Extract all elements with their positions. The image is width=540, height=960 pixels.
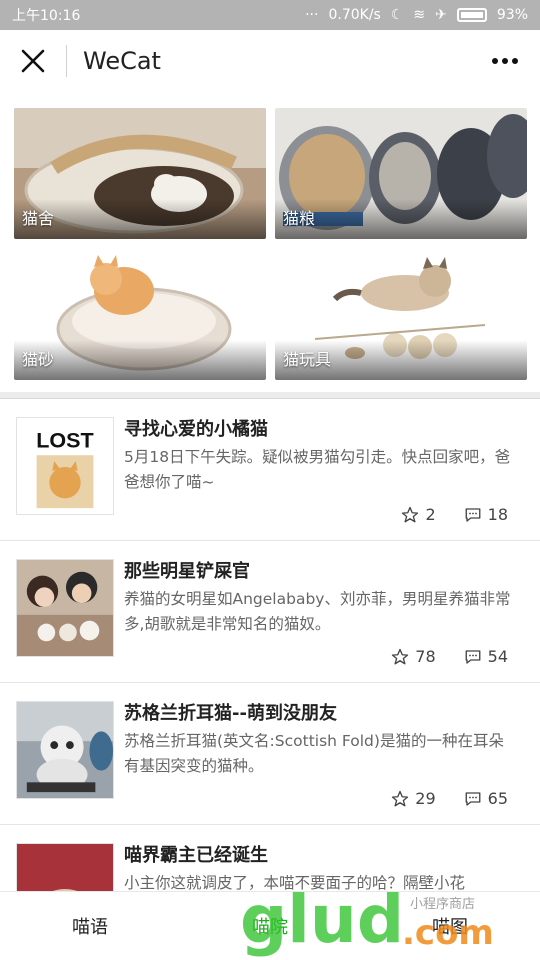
- article-thumbnail: [16, 843, 114, 891]
- star-count[interactable]: 78: [391, 647, 436, 666]
- star-icon: [392, 648, 409, 664]
- article-list: LOST 寻找心爱的小橘猫 5月18日下午失踪。疑似被男猫勾引走。快点回家吧，爸…: [0, 399, 540, 891]
- article-title: 寻找心爱的小橘猫: [124, 419, 268, 440]
- comment-count-value: 65: [487, 789, 508, 808]
- network-speed: 0.70K/s: [328, 7, 381, 23]
- star-icon: [392, 790, 409, 806]
- status-time: 上午10:16: [12, 8, 81, 24]
- category-label: 猫玩具: [283, 350, 332, 369]
- star-count[interactable]: 2: [401, 505, 436, 524]
- close-icon: [21, 49, 45, 73]
- article-thumbnail: LOST: [16, 417, 114, 515]
- tab-meow-yard[interactable]: 喵院: [180, 892, 360, 960]
- star-count-value: 2: [425, 505, 436, 524]
- cat-boss-image: [17, 844, 113, 891]
- list-item[interactable]: LOST 寻找心爱的小橘猫 5月18日下午失踪。疑似被男猫勾引走。快点回家吧，爸…: [0, 399, 540, 541]
- comment-icon: [465, 507, 481, 522]
- article-title: 喵界霸主已经诞生: [124, 845, 268, 866]
- article-stats: 78 54: [391, 647, 508, 666]
- category-label: 猫舍: [22, 209, 55, 228]
- more-button[interactable]: [488, 48, 522, 74]
- article-thumbnail: [16, 701, 114, 799]
- nav-divider: [66, 45, 67, 77]
- tab-meow-talk[interactable]: 喵语: [0, 892, 180, 960]
- page-title: WeCat: [83, 47, 161, 75]
- list-item[interactable]: 苏格兰折耳猫--萌到没朋友 苏格兰折耳猫(英文名:Scottish Fold)是…: [0, 683, 540, 825]
- celebrity-cats-image: [17, 560, 113, 656]
- more-icon-dot: [502, 58, 508, 64]
- scottish-fold-image: [17, 702, 113, 798]
- star-count[interactable]: 29: [391, 789, 436, 808]
- article-title: 苏格兰折耳猫--萌到没朋友: [124, 703, 337, 724]
- list-item[interactable]: 喵界霸主已经诞生 小主你这就调皮了，本喵不要面子的哈？隔壁小花: [0, 825, 540, 891]
- article-stats: 29 65: [391, 789, 508, 808]
- status-dots-icon: ···: [305, 7, 319, 23]
- comment-count-value: 54: [487, 647, 508, 666]
- comment-icon: [465, 791, 481, 806]
- more-icon: [492, 58, 498, 64]
- category-tile-cat-toys[interactable]: 猫玩具: [275, 249, 527, 380]
- moon-icon: ☾: [390, 7, 404, 23]
- article-stats: 2 18: [401, 505, 508, 524]
- more-icon-dot: [512, 58, 518, 64]
- comment-count[interactable]: 18: [464, 505, 508, 524]
- thumb-text: LOST: [36, 427, 93, 452]
- article-description: 养猫的女明星如Angelababy、刘亦菲，男明星养猫非常多,胡歌就是非常知名的…: [124, 590, 511, 633]
- battery-icon: [456, 8, 487, 22]
- star-count-value: 29: [415, 789, 436, 808]
- article-thumbnail: [16, 559, 114, 657]
- star-count-value: 78: [415, 647, 436, 666]
- comment-count[interactable]: 65: [464, 789, 508, 808]
- wifi-icon: ≋: [413, 7, 426, 23]
- star-icon: [402, 506, 419, 522]
- airplane-icon: ✈: [435, 7, 447, 23]
- status-bar: 上午10:16 ··· 0.70K/s ☾ ≋ ✈ 93%: [0, 0, 540, 30]
- status-right: ··· 0.70K/s ☾ ≋ ✈ 93%: [305, 7, 528, 23]
- category-tile-cat-litter[interactable]: 猫砂: [14, 249, 266, 380]
- comment-count-value: 18: [487, 505, 508, 524]
- article-description: 苏格兰折耳猫(英文名:Scottish Fold)是猫的一种在耳朵有基因突变的猫…: [124, 732, 504, 775]
- tab-bar: 喵语 喵院 喵图: [0, 891, 540, 960]
- article-description: 5月18日下午失踪。疑似被男猫勾引走。快点回家吧，爸爸想你了喵~: [124, 448, 511, 491]
- category-tile-cat-house[interactable]: 猫舍: [14, 108, 266, 239]
- category-tile-cat-food[interactable]: 猫粮: [275, 108, 527, 239]
- list-item[interactable]: 那些明星铲屎官 养猫的女明星如Angelababy、刘亦菲，男明星养猫非常多,胡…: [0, 541, 540, 683]
- comment-icon: [465, 649, 481, 664]
- battery-percent: 93%: [496, 7, 528, 23]
- category-label: 猫砂: [22, 350, 55, 369]
- close-button[interactable]: [0, 30, 66, 92]
- category-label: 猫粮: [283, 209, 316, 228]
- tab-meow-pics[interactable]: 喵图: [360, 892, 540, 960]
- article-title: 那些明星铲屎官: [124, 561, 250, 582]
- comment-count[interactable]: 54: [464, 647, 508, 666]
- article-description: 小主你这就调皮了，本喵不要面子的哈？隔壁小花: [124, 874, 466, 891]
- lost-cat-image: LOST: [17, 418, 113, 514]
- category-grid: 猫舍 猫粮 猫砂 猫玩具: [14, 108, 527, 380]
- nav-bar: WeCat: [0, 30, 540, 92]
